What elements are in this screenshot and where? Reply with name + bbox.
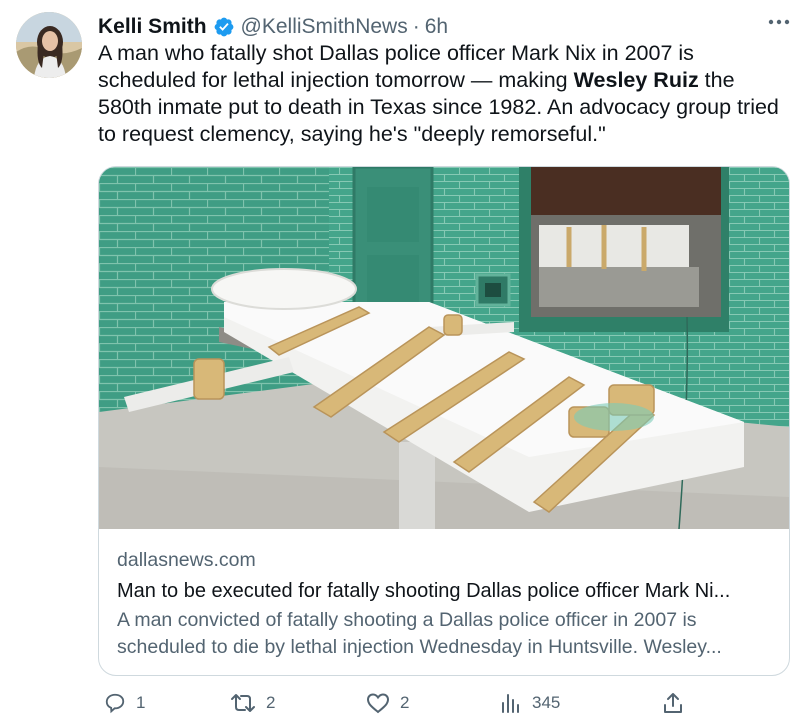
share-button[interactable] xyxy=(662,692,684,714)
views-button[interactable]: 345 xyxy=(500,692,560,714)
reply-icon xyxy=(104,692,126,714)
tweet-header: Kelli Smith @KelliSmithNews · 6h xyxy=(98,12,786,42)
card-title[interactable]: Man to be executed for fatally shooting … xyxy=(117,577,771,605)
retweet-button[interactable]: 2 xyxy=(230,692,275,714)
views-chart-icon xyxy=(500,692,522,714)
like-count: 2 xyxy=(400,693,410,712)
author-name[interactable]: Kelli Smith xyxy=(98,15,207,39)
retweet-icon xyxy=(230,692,256,714)
reply-button[interactable]: 1 xyxy=(104,692,145,714)
reply-count: 1 xyxy=(136,693,146,712)
card-domain: dallasnews.com xyxy=(117,549,256,571)
more-options-icon[interactable] xyxy=(766,12,792,32)
execution-chamber-photo[interactable] xyxy=(99,167,789,529)
share-icon xyxy=(662,692,684,714)
tweet-timestamp[interactable]: 6h xyxy=(425,15,448,39)
card-description: A man convicted of fatally shooting a Da… xyxy=(117,609,722,658)
action-bar: 1 2 2 345 xyxy=(104,692,694,722)
retweet-count: 2 xyxy=(266,693,276,712)
tweet-text-bold: Wesley Ruiz xyxy=(573,68,699,92)
heart-icon xyxy=(366,692,390,714)
tweet-text: A man who fatally shot Dallas police off… xyxy=(98,40,788,148)
like-button[interactable]: 2 xyxy=(366,692,409,714)
avatar-image xyxy=(16,12,82,78)
card-meta: dallasnews.com Man to be executed for fa… xyxy=(117,547,771,661)
link-card[interactable]: dallasnews.com Man to be executed for fa… xyxy=(98,166,790,676)
author-avatar[interactable] xyxy=(16,12,82,78)
views-count: 345 xyxy=(532,693,561,712)
separator-dot: · xyxy=(412,15,420,38)
author-handle[interactable]: @KelliSmithNews xyxy=(241,15,408,39)
verified-badge-icon xyxy=(213,16,235,38)
